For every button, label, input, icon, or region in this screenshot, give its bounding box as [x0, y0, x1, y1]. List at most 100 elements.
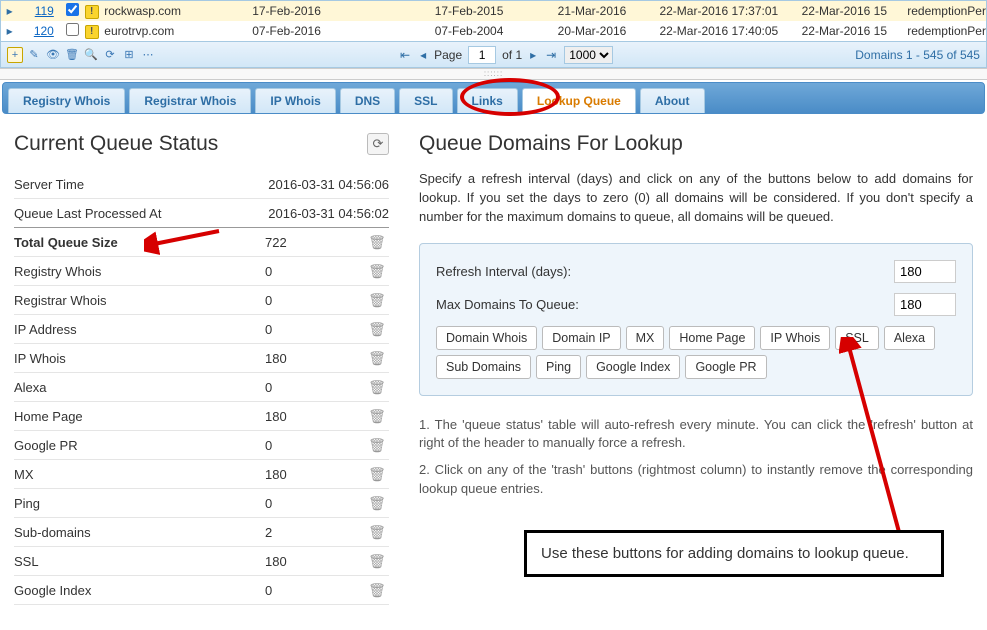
- status-value: 180: [265, 467, 365, 482]
- status-label: Ping: [14, 496, 265, 511]
- max-domains-label: Max Domains To Queue:: [436, 297, 894, 312]
- splitter-handle[interactable]: ::::::: [0, 68, 987, 80]
- status-value: 0: [265, 293, 365, 308]
- row-checkbox[interactable]: [66, 3, 79, 16]
- tab-dns[interactable]: DNS: [340, 88, 395, 113]
- trash-icon[interactable]: 🗑: [365, 524, 389, 541]
- row-status: redemptionPer: [907, 4, 986, 18]
- trash-icon[interactable]: 🗑: [365, 234, 389, 251]
- status-row: IP Whois180🗑: [14, 344, 389, 373]
- lookup-form: Refresh Interval (days): Max Domains To …: [419, 243, 973, 396]
- trash-icon[interactable]: 🗑: [365, 350, 389, 367]
- first-page-icon[interactable]: ⇤: [398, 48, 412, 62]
- trash-icon[interactable]: 🗑: [365, 466, 389, 483]
- tab-lookup-queue[interactable]: Lookup Queue: [522, 88, 636, 113]
- page-size-select[interactable]: 1000: [564, 46, 613, 64]
- queue-status-title: Current Queue Status: [14, 132, 218, 156]
- lookup-title: Queue Domains For Lookup: [419, 132, 973, 156]
- trash-icon[interactable]: 🗑: [365, 379, 389, 396]
- queue-button[interactable]: IP Whois: [760, 326, 830, 350]
- trash-icon[interactable]: 🗑: [365, 437, 389, 454]
- columns-icon[interactable]: ⊞: [121, 47, 137, 63]
- tab-about[interactable]: About: [640, 88, 705, 113]
- refresh-interval-label: Refresh Interval (days):: [436, 264, 894, 279]
- edit-icon[interactable]: ✎: [26, 47, 42, 63]
- trash-icon[interactable]: 🗑: [365, 292, 389, 309]
- row-id: 119: [18, 4, 62, 18]
- max-domains-input[interactable]: [894, 293, 956, 316]
- row-warning: !: [83, 23, 100, 39]
- refresh-icon[interactable]: ⟳: [102, 47, 118, 63]
- row-date3: 20-Mar-2016: [558, 24, 660, 38]
- add-icon[interactable]: +: [7, 47, 23, 63]
- trash-icon[interactable]: 🗑: [365, 408, 389, 425]
- search-icon[interactable]: 🔍: [83, 47, 99, 63]
- last-page-icon[interactable]: ⇥: [544, 48, 558, 62]
- trash-icon[interactable]: 🗑: [365, 321, 389, 338]
- status-label: Registrar Whois: [14, 293, 265, 308]
- total-queue-label: Total Queue Size: [14, 235, 265, 250]
- trash-icon[interactable]: 🗑: [365, 495, 389, 512]
- queue-button[interactable]: Ping: [536, 355, 581, 379]
- eye-icon[interactable]: 👁: [45, 47, 61, 63]
- row-date4: 22-Mar-2016 17:37:01: [659, 4, 801, 18]
- row-date1: 17-Feb-2016: [252, 4, 435, 18]
- status-row: Sub-domains2🗑: [14, 518, 389, 547]
- processed-label: Queue Last Processed At: [14, 206, 249, 221]
- tab-registry-whois[interactable]: Registry Whois: [8, 88, 125, 113]
- row-id-link[interactable]: 120: [34, 24, 54, 38]
- status-row: SSL180🗑: [14, 547, 389, 576]
- queue-button[interactable]: Home Page: [669, 326, 755, 350]
- tab-links[interactable]: Links: [457, 88, 518, 113]
- status-row: Registrar Whois0🗑: [14, 286, 389, 315]
- tab-ip-whois[interactable]: IP Whois: [255, 88, 335, 113]
- prev-page-icon[interactable]: ◂: [418, 48, 428, 62]
- status-label: Registry Whois: [14, 264, 265, 279]
- server-time-label: Server Time: [14, 177, 249, 192]
- note-2: 2. Click on any of the 'trash' buttons (…: [419, 461, 973, 499]
- status-value: 180: [265, 554, 365, 569]
- expand-icon[interactable]: ▸: [1, 24, 18, 38]
- queue-button[interactable]: Sub Domains: [436, 355, 531, 379]
- next-page-icon[interactable]: ▸: [528, 48, 538, 62]
- row-id-link[interactable]: 119: [35, 4, 54, 18]
- grid-row[interactable]: ▸119!rockwasp.com17-Feb-201617-Feb-20152…: [1, 1, 986, 21]
- queue-button[interactable]: SSL: [835, 326, 879, 350]
- page-input[interactable]: [468, 46, 496, 64]
- queue-button[interactable]: Google PR: [685, 355, 766, 379]
- tab-registrar-whois[interactable]: Registrar Whois: [129, 88, 251, 113]
- paging-controls: ⇤ ◂ Page of 1 ▸ ⇥ 1000: [398, 46, 613, 64]
- row-date3: 21-Mar-2016: [558, 4, 660, 18]
- lookup-buttons-row: Domain WhoisDomain IPMXHome PageIP Whois…: [436, 326, 956, 379]
- refresh-button[interactable]: ⟳: [367, 133, 389, 155]
- queue-button[interactable]: Domain IP: [542, 326, 620, 350]
- row-checkbox[interactable]: [66, 23, 79, 36]
- status-value: 0: [265, 583, 365, 598]
- grid-row[interactable]: ▸120!eurotrvp.com07-Feb-201607-Feb-20042…: [1, 21, 986, 41]
- queue-button[interactable]: Alexa: [884, 326, 935, 350]
- row-domain: rockwasp.com: [100, 4, 252, 18]
- tab-ssl[interactable]: SSL: [399, 88, 452, 113]
- delete-icon[interactable]: 🗑: [64, 47, 80, 63]
- status-label: IP Address: [14, 322, 265, 337]
- queue-button[interactable]: Google Index: [586, 355, 680, 379]
- trash-icon[interactable]: 🗑: [365, 553, 389, 570]
- queue-button[interactable]: Domain Whois: [436, 326, 537, 350]
- status-row: Google Index0🗑: [14, 576, 389, 605]
- status-label: SSL: [14, 554, 265, 569]
- row-checkbox-cell: [62, 3, 83, 19]
- row-domain: eurotrvp.com: [100, 24, 252, 38]
- status-value: 0: [265, 438, 365, 453]
- expand-icon[interactable]: ▸: [1, 4, 18, 18]
- more-icon[interactable]: ⋯: [140, 47, 156, 63]
- trash-icon[interactable]: 🗑: [365, 582, 389, 599]
- queue-button[interactable]: MX: [626, 326, 665, 350]
- row-date2: 17-Feb-2015: [435, 4, 558, 18]
- refresh-interval-input[interactable]: [894, 260, 956, 283]
- processed-value: 2016-03-31 04:56:02: [249, 206, 389, 221]
- trash-icon[interactable]: 🗑: [365, 263, 389, 280]
- status-value: 2: [265, 525, 365, 540]
- status-row: MX180🗑: [14, 460, 389, 489]
- lookup-intro: Specify a refresh interval (days) and cl…: [419, 170, 973, 227]
- row-status: redemptionPer: [907, 24, 986, 38]
